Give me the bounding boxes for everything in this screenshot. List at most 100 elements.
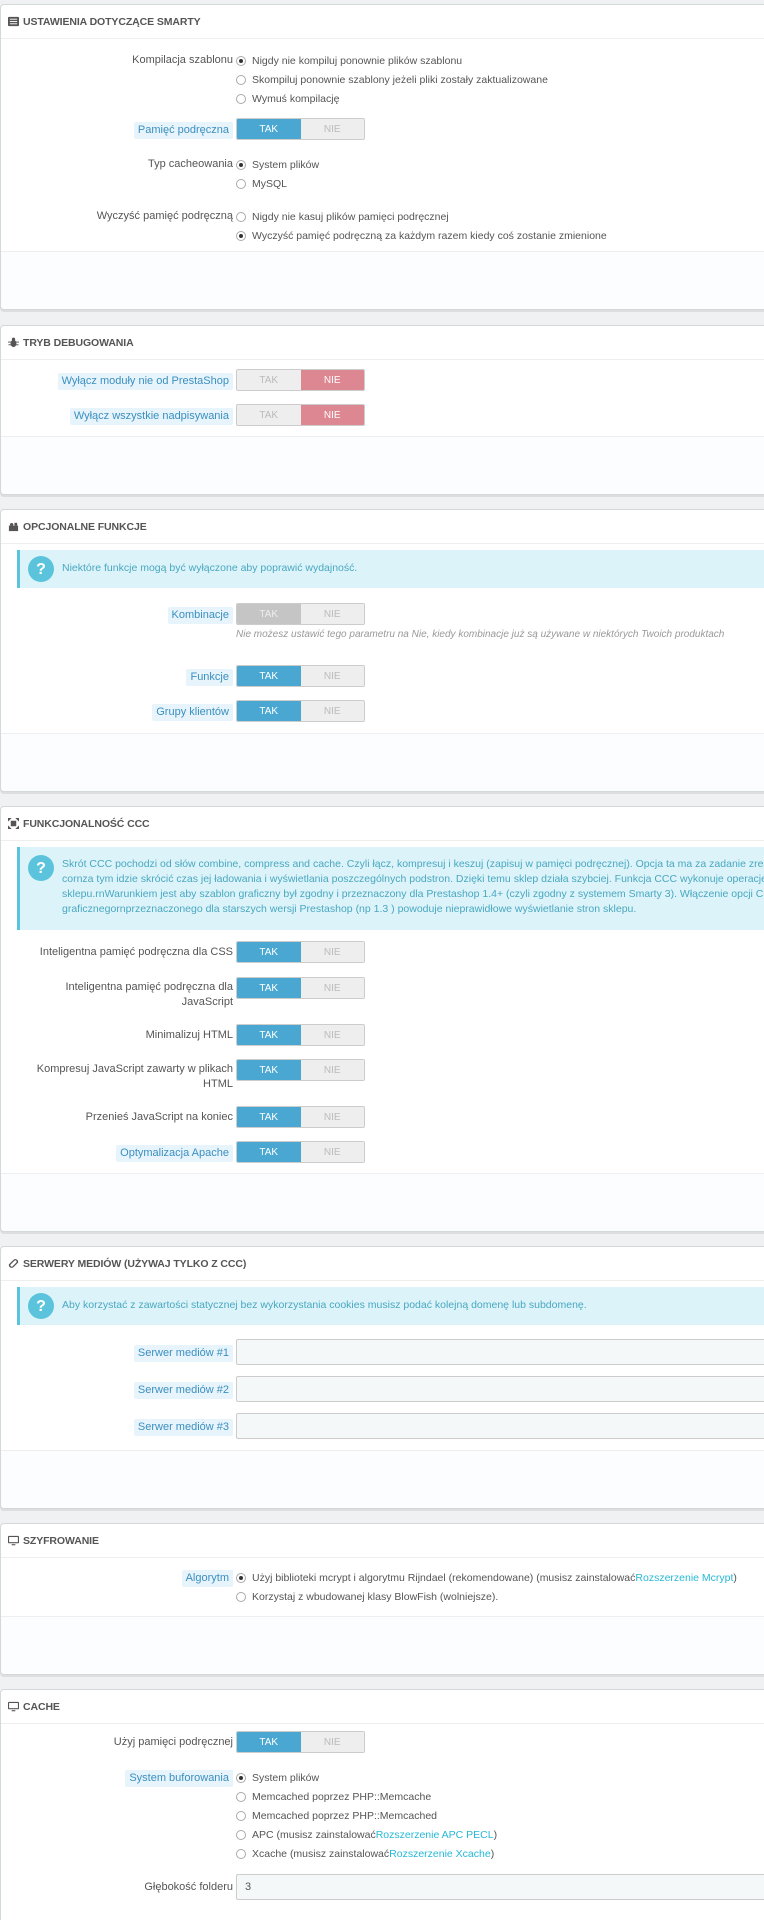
radio-button[interactable] [236,178,246,189]
switch-yes[interactable]: TAK [237,604,301,624]
ccc-move-js-label: Przenieś JavaScript na koniec [85,1111,233,1123]
folder-depth-label: Głębokość folderu [144,1881,233,1893]
use-cache-label: Użyj pamięci podręcznej [113,1736,233,1748]
switch-yes[interactable]: TAK [237,1732,301,1752]
disable-modules-switch[interactable]: TAK NIE [236,369,365,391]
cache-system-apc[interactable]: APC (musisz zainstalować Rozszerzenie AP… [236,1825,497,1844]
radio-button[interactable] [236,1591,246,1602]
compile-option-force[interactable]: Wymuś kompilację [236,89,548,108]
cache-system-label: System buforowania [125,1770,233,1787]
ccc-move-js-switch[interactable]: TAK NIE [236,1106,365,1128]
cache-system-xcache[interactable]: Xcache (musisz zainstalować Rozszerzenie… [236,1844,497,1863]
switch-yes[interactable]: TAK [237,978,301,998]
switch-yes[interactable]: TAK [237,1107,301,1127]
groups-switch[interactable]: TAK NIE [236,700,365,722]
ccc-inline-js-switch[interactable]: TAK NIE [236,1059,365,1081]
ccc-html-switch[interactable]: TAK NIE [236,1024,365,1046]
media-server-3-input[interactable] [236,1413,764,1439]
media-server-2-input[interactable] [236,1376,764,1402]
switch-yes[interactable]: TAK [237,1142,301,1162]
radio-button[interactable] [236,1848,246,1859]
optional-alert: ? Niektóre funkcje mogą być wyłączone ab… [17,550,764,588]
algorithm-options: Użyj biblioteki mcrypt i algorytmu Rijnd… [236,1568,737,1606]
bug-icon [8,337,19,348]
radio-button[interactable] [236,74,246,85]
media-panel: SERWERY MEDIÓW (UŻYWAJ TYLKO Z CCC) ? Ab… [0,1246,764,1509]
switch-no[interactable]: NIE [300,405,364,425]
cipher-panel-footer [1,1616,764,1674]
clear-cache-always[interactable]: Wyczyść pamięć podręczną za każdym razem… [236,226,607,245]
switch-yes[interactable]: TAK [237,370,301,390]
cache-system-files[interactable]: System plików [236,1768,497,1787]
mcrypt-link[interactable]: Rozszerzenie Mcrypt [635,1572,733,1584]
switch-no[interactable]: NIE [300,370,364,390]
ccc-title: FUNKCJONALNOŚĆ CCC [23,817,150,830]
disable-overrides-label: Wyłącz wszystkie nadpisywania [69,408,233,425]
smarty-panel-footer [1,251,764,309]
radio-button[interactable] [236,1572,246,1583]
switch-no[interactable]: NIE [300,701,364,721]
cache-panel-heading: CACHE [1,1690,764,1724]
media-panel-heading: SERWERY MEDIÓW (UŻYWAJ TYLKO Z CCC) [1,1247,764,1281]
cipher-panel: SZYFROWANIE Algorytm Użyj biblioteki mcr… [0,1523,764,1675]
switch-no[interactable]: NIE [300,1060,364,1080]
ccc-apache-switch[interactable]: TAK NIE [236,1141,365,1163]
media-server-2-label: Serwer mediów #2 [133,1382,233,1399]
switch-yes[interactable]: TAK [237,1060,301,1080]
cache-system-options: System plików Memcached poprzez PHP::Mem… [236,1768,497,1863]
folder-depth-input[interactable]: 3 [236,1874,764,1900]
cache-system-memcache[interactable]: Memcached poprzez PHP::Memcache [236,1787,497,1806]
switch-no[interactable]: NIE [300,604,364,624]
switch-no[interactable]: NIE [300,119,364,139]
switch-no[interactable]: NIE [300,1142,364,1162]
algorithm-option-blowfish[interactable]: Korzystaj z wbudowanej klasy BlowFish (w… [236,1587,737,1606]
cache-switch[interactable]: TAK NIE [236,118,365,140]
media-server-1-input[interactable] [236,1339,764,1365]
xcache-link[interactable]: Rozszerzenie Xcache [389,1848,491,1860]
radio-button[interactable] [236,1791,246,1802]
groups-label: Grupy klientów [152,704,233,721]
switch-no[interactable]: NIE [300,1107,364,1127]
switch-yes[interactable]: TAK [237,666,301,686]
clear-cache-never[interactable]: Nigdy nie kasuj plików pamięci podręczne… [236,207,607,226]
disable-overrides-switch[interactable]: TAK NIE [236,404,365,426]
compile-option-never[interactable]: Nigdy nie kompiluj ponownie plików szabl… [236,51,548,70]
switch-no[interactable]: NIE [300,1732,364,1752]
switch-yes[interactable]: TAK [237,942,301,962]
cache-type-options: System plików MySQL [236,155,319,193]
apc-link[interactable]: Rozszerzenie APC PECL [376,1829,494,1841]
radio-button[interactable] [236,230,246,241]
switch-yes[interactable]: TAK [237,701,301,721]
radio-button[interactable] [236,211,246,222]
cache-label: Pamięć podręczna [133,122,233,139]
switch-no[interactable]: NIE [300,978,364,998]
optional-title: OPCJONALNE FUNKCJE [23,520,147,533]
combinations-switch[interactable]: TAK NIE [236,603,365,625]
switch-no[interactable]: NIE [300,1025,364,1045]
algorithm-option-rijndael[interactable]: Użyj biblioteki mcrypt i algorytmu Rijnd… [236,1568,737,1587]
switch-yes[interactable]: TAK [237,405,301,425]
cache-system-memcached[interactable]: Memcached poprzez PHP::Memcached [236,1806,497,1825]
switch-no[interactable]: NIE [300,942,364,962]
ccc-html-label: Minimalizuj HTML [145,1029,233,1041]
disable-modules-label: Wyłącz moduły nie od PrestaShop [57,373,233,390]
compile-option-updated[interactable]: Skompiluj ponownie szablony jeżeli pliki… [236,70,548,89]
features-switch[interactable]: TAK NIE [236,665,365,687]
radio-button[interactable] [236,1829,246,1840]
switch-no[interactable]: NIE [300,666,364,686]
media-title: SERWERY MEDIÓW (UŻYWAJ TYLKO Z CCC) [23,1257,247,1270]
cache-type-files[interactable]: System plików [236,155,319,174]
radio-button[interactable] [236,1810,246,1821]
switch-yes[interactable]: TAK [237,1025,301,1045]
radio-button[interactable] [236,159,246,170]
cache-type-mysql[interactable]: MySQL [236,174,319,193]
cipher-title: SZYFROWANIE [23,1534,99,1547]
ccc-css-switch[interactable]: TAK NIE [236,941,365,963]
use-cache-switch[interactable]: TAK NIE [236,1731,365,1753]
ccc-js-switch[interactable]: TAK NIE [236,977,365,999]
radio-button[interactable] [236,1772,246,1783]
radio-button[interactable] [236,55,246,66]
media-server-1-label: Serwer mediów #1 [133,1345,233,1362]
radio-button[interactable] [236,93,246,104]
switch-yes[interactable]: TAK [237,119,301,139]
